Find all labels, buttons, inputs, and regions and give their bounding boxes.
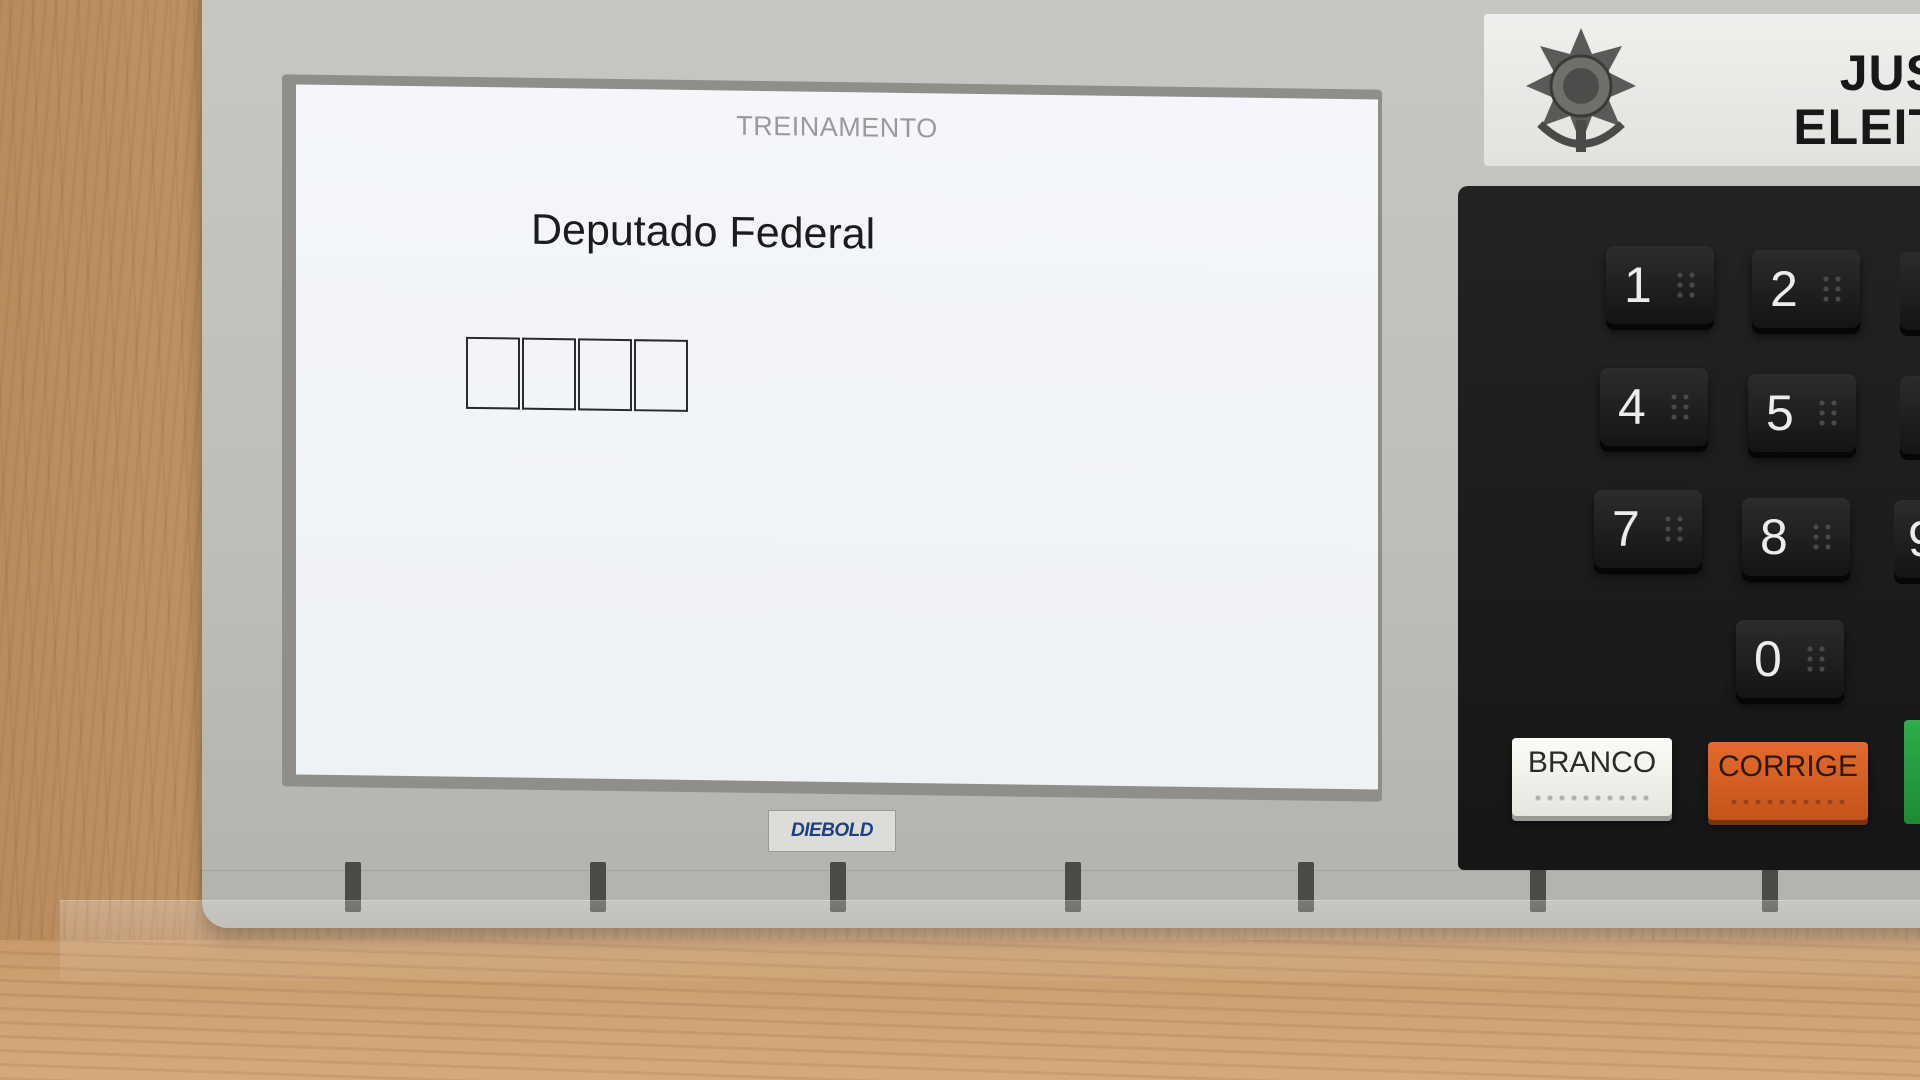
key-9-partial[interactable]: 9 — [1894, 500, 1920, 578]
justice-label-line2: ELEIT — [1793, 99, 1920, 155]
key-5[interactable]: 5 — [1748, 374, 1856, 452]
key-8[interactable]: 8 — [1742, 498, 1850, 576]
brand-logo-plate: DIEBOLD — [768, 810, 896, 852]
confirma-button-partial[interactable] — [1904, 720, 1920, 824]
voting-screen: TREINAMENTO Deputado Federal — [296, 84, 1378, 790]
corrige-label: CORRIGE — [1717, 750, 1858, 783]
key-7[interactable]: 7 — [1594, 490, 1702, 568]
key-3-partial[interactable] — [1900, 252, 1920, 330]
corrige-button[interactable]: CORRIGE — [1708, 742, 1868, 820]
key-4[interactable]: 4 — [1600, 368, 1708, 446]
key-label: 8 — [1760, 509, 1788, 565]
branco-label: BRANCO — [1527, 746, 1657, 779]
braille-dots-icon — [1674, 270, 1698, 300]
braille-dots-icon — [1662, 514, 1686, 544]
plastic-film-reflection — [60, 900, 1920, 981]
key-6-partial[interactable] — [1900, 376, 1920, 454]
digit-box — [522, 337, 576, 411]
braille-dots-icon — [1728, 796, 1848, 808]
braille-dots-icon — [1804, 644, 1828, 674]
braille-dots-icon — [1810, 522, 1834, 552]
digit-box — [578, 338, 632, 412]
key-label: 0 — [1754, 631, 1782, 687]
key-label: 4 — [1618, 379, 1646, 435]
candidate-number-boxes — [466, 336, 688, 412]
digit-box — [466, 336, 520, 410]
digit-box — [634, 339, 688, 412]
photo-scene: TREINAMENTO Deputado Federal DIEBOLD JUS… — [0, 0, 1920, 1080]
branco-button[interactable]: BRANCO — [1512, 738, 1672, 816]
justice-label-line1: JUS — [1839, 45, 1920, 101]
braille-dots-icon — [1816, 398, 1840, 428]
key-2[interactable]: 2 — [1752, 250, 1860, 328]
key-label: 2 — [1770, 261, 1798, 317]
coat-of-arms-icon — [1526, 28, 1636, 152]
training-mode-header: TREINAMENTO — [736, 110, 938, 144]
key-label: 5 — [1766, 385, 1794, 441]
key-label: 9 — [1908, 511, 1920, 567]
key-0[interactable]: 0 — [1736, 620, 1844, 698]
braille-dots-icon — [1820, 274, 1844, 304]
braille-dots-icon — [1668, 392, 1692, 422]
braille-dots-icon — [1532, 792, 1652, 804]
key-label: 7 — [1612, 501, 1640, 557]
key-label: 1 — [1624, 257, 1652, 313]
office-title: Deputado Federal — [531, 205, 876, 259]
key-1[interactable]: 1 — [1606, 246, 1714, 324]
